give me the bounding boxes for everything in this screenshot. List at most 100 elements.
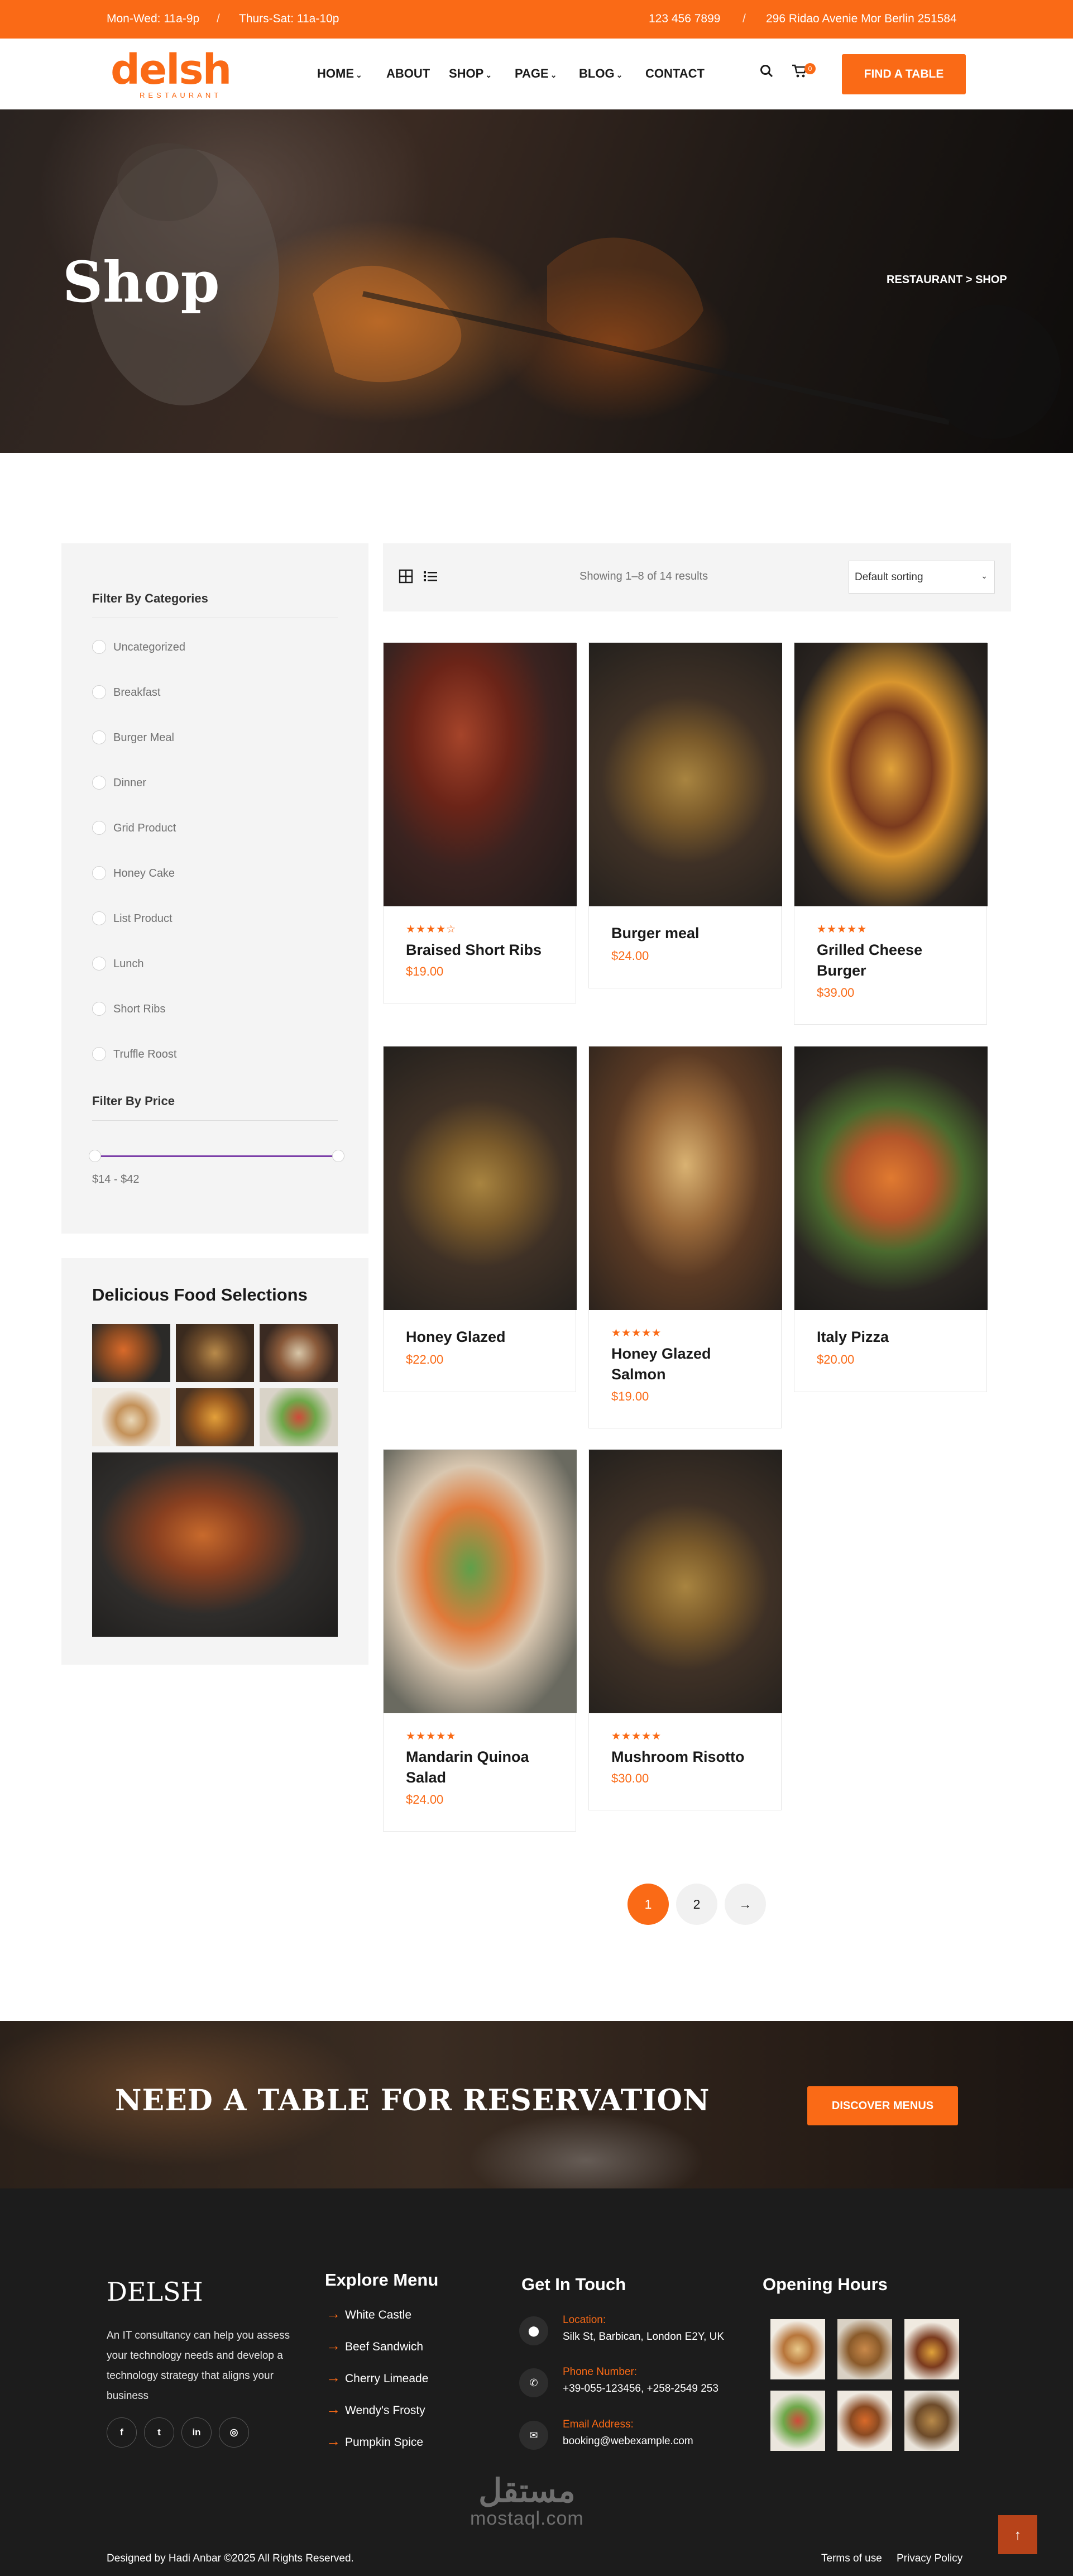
instagram-icon[interactable]: ◎ [219, 2417, 249, 2448]
menu-link[interactable]: → Beef Sandwich [326, 2337, 423, 2357]
product-image[interactable] [384, 1450, 577, 1713]
product-image[interactable] [794, 1046, 988, 1310]
nav-shop[interactable]: SHOP ⌄ [449, 66, 492, 81]
product-card[interactable]: ★★★★★ Honey Glazed Salmon $19.00 [588, 1046, 782, 1428]
price-max-handle[interactable] [332, 1150, 344, 1162]
contact-value[interactable]: +39-055-123456, +258-2549 253 [563, 2383, 718, 2395]
gallery-featured-image[interactable] [92, 1452, 338, 1637]
product-name[interactable]: Italy Pizza [817, 1327, 973, 1347]
gallery-thumbnail[interactable] [92, 1388, 170, 1446]
price-range-slider[interactable] [89, 1150, 344, 1162]
sort-select[interactable]: Default sorting ⌄ [849, 561, 995, 594]
radio-circle[interactable] [92, 1002, 106, 1016]
footer-description: An IT consultancy can help you assess yo… [107, 2330, 290, 2402]
cart-count-badge: 0 [804, 63, 816, 74]
category-label: Honey Cake [113, 867, 175, 880]
discover-menus-button[interactable]: DISCOVER MENUS [807, 2086, 958, 2125]
find-a-table-button[interactable]: FIND A TABLE [842, 54, 966, 94]
hours-weekday: Mon-Wed: 11a-9p [107, 12, 200, 25]
radio-circle[interactable] [92, 866, 106, 880]
product-card[interactable]: Burger meal $24.00 [588, 642, 782, 988]
gallery-thumbnail[interactable] [176, 1324, 254, 1382]
logo[interactable]: delsh RESTAURANT [111, 46, 256, 100]
radio-circle[interactable] [92, 776, 106, 790]
radio-circle[interactable] [92, 821, 106, 835]
product-card[interactable]: Honey Glazed $22.00 [383, 1046, 577, 1392]
terms-link[interactable]: Terms of use [821, 2553, 882, 2565]
nav-page[interactable]: PAGE ⌄ [515, 66, 557, 81]
page-2-button[interactable]: 2 [676, 1884, 717, 1925]
page-1-button[interactable]: 1 [627, 1884, 669, 1925]
radio-circle[interactable] [92, 685, 106, 699]
menu-link[interactable]: → Cherry Limeade [326, 2369, 428, 2389]
footer-gallery-thumbnail[interactable] [837, 2319, 892, 2379]
grid-view-icon[interactable] [399, 569, 413, 586]
gallery-thumbnail[interactable] [260, 1388, 338, 1446]
product-name[interactable]: Mandarin Quinoa Salad [406, 1747, 562, 1788]
radio-circle[interactable] [92, 1047, 106, 1061]
phone-number[interactable]: 123 456 7899 [649, 12, 720, 26]
footer-gallery-thumbnail[interactable] [904, 2319, 959, 2379]
watermark-latin: mostaql.com [470, 2508, 584, 2529]
product-image[interactable] [794, 643, 988, 906]
product-name[interactable]: Burger meal [611, 923, 768, 944]
linkedin-icon[interactable]: in [181, 2417, 212, 2448]
category-label: Burger Meal [113, 732, 174, 744]
product-image[interactable] [589, 1450, 782, 1713]
arrow-right-icon: → [326, 2305, 341, 2322]
contact-value[interactable]: booking@webexample.com [563, 2435, 693, 2448]
nav-blog-label: BLOG [579, 66, 615, 80]
explore-menu-heading: Explore Menu [325, 2270, 439, 2290]
product-card[interactable]: Italy Pizza $20.00 [794, 1046, 988, 1392]
product-card[interactable]: ★★★★★ Mandarin Quinoa Salad $24.00 [383, 1449, 577, 1832]
menu-link[interactable]: → Pumpkin Spice [326, 2432, 423, 2453]
breadcrumb[interactable]: RESTAURANT > SHOP [887, 274, 1007, 286]
menu-link[interactable]: → White Castle [326, 2305, 411, 2325]
radio-circle[interactable] [92, 730, 106, 744]
rating-stars: ★★★★☆ [406, 924, 457, 935]
next-page-arrow-icon[interactable]: → [725, 1884, 766, 1925]
list-view-icon[interactable] [423, 569, 438, 586]
facebook-icon[interactable]: f [107, 2417, 137, 2448]
product-card[interactable]: ★★★★★ Grilled Cheese Burger $39.00 [794, 642, 988, 1025]
product-name[interactable]: Honey Glazed Salmon [611, 1344, 768, 1385]
nav-home[interactable]: HOME ⌄ [317, 66, 362, 81]
product-name[interactable]: Mushroom Risotto [611, 1747, 768, 1767]
filter-sidebar: Filter By Categories Uncategorized Break… [61, 543, 368, 1234]
radio-circle[interactable] [92, 911, 106, 925]
gallery-thumbnail[interactable] [176, 1388, 254, 1446]
search-icon[interactable] [759, 64, 774, 81]
address: 296 Ridao Avenie Mor Berlin 251584 [766, 12, 957, 25]
menu-link[interactable]: → Wendy's Frosty [326, 2401, 425, 2421]
nav-about[interactable]: ABOUT [386, 66, 430, 81]
footer-gallery-thumbnail[interactable] [904, 2391, 959, 2451]
chevron-down-icon: ⌄ [981, 571, 988, 580]
page-title: Shop [63, 249, 220, 315]
product-name[interactable]: Braised Short Ribs [406, 940, 562, 960]
gallery-thumbnail[interactable] [92, 1324, 170, 1382]
nav-blog[interactable]: BLOG ⌄ [579, 66, 622, 81]
twitter-icon[interactable]: t [144, 2417, 174, 2448]
product-name[interactable]: Honey Glazed [406, 1327, 562, 1347]
product-card[interactable]: ★★★★☆ Braised Short Ribs $19.00 [383, 642, 577, 1003]
product-image[interactable] [589, 1046, 782, 1310]
product-image[interactable] [384, 1046, 577, 1310]
product-image[interactable] [384, 643, 577, 906]
product-image[interactable] [589, 643, 782, 906]
radio-circle[interactable] [92, 957, 106, 971]
logo-wordmark: delsh [111, 46, 232, 94]
watermark: مستقل mostaql.com [470, 2474, 584, 2529]
product-name[interactable]: Grilled Cheese Burger [817, 940, 973, 981]
nav-contact[interactable]: CONTACT [645, 66, 705, 81]
footer-gallery-thumbnail[interactable] [770, 2391, 825, 2451]
price-min-handle[interactable] [89, 1150, 101, 1162]
category-label: Uncategorized [113, 641, 185, 653]
product-card[interactable]: ★★★★★ Mushroom Risotto $30.00 [588, 1449, 782, 1810]
footer-gallery-thumbnail[interactable] [837, 2391, 892, 2451]
gallery-thumbnail[interactable] [260, 1324, 338, 1382]
back-to-top-arrow-icon[interactable]: ↑ [998, 2515, 1037, 2554]
radio-circle[interactable] [92, 640, 106, 654]
gallery-title: Delicious Food Selections [92, 1285, 308, 1304]
footer-gallery-thumbnail[interactable] [770, 2319, 825, 2379]
privacy-link[interactable]: Privacy Policy [897, 2553, 962, 2565]
